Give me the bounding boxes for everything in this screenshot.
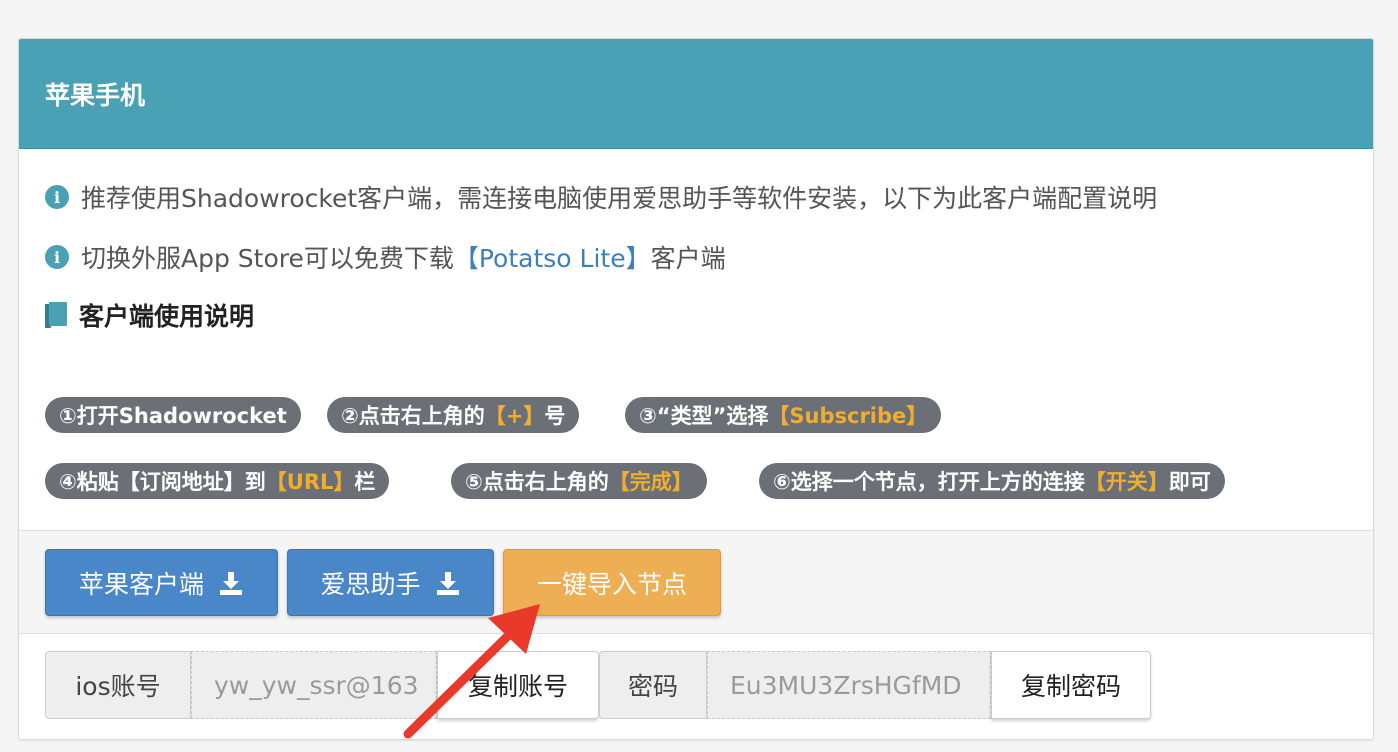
step-highlight: 【+】: [484, 404, 545, 428]
download-button-bar: 苹果客户端 爱思助手 一键导入节点: [19, 530, 1373, 634]
download-icon: [436, 571, 459, 595]
guide-title-text: 客户端使用说明: [79, 302, 255, 331]
step-highlight: 【URL】: [265, 470, 355, 494]
info-icon: i: [45, 245, 69, 269]
button-label: 苹果客户端: [78, 569, 204, 599]
step-badge-1: ①打开Shadowrocket: [45, 397, 301, 433]
step-badge-6: ⑥选择一个节点，打开上方的连接 【开关】 即可: [759, 463, 1225, 499]
info-line-recommend: i 推荐使用Shadowrocket客户端，需连接电脑使用爱思助手等软件安装，以…: [45, 179, 1157, 215]
step-badge-5: ⑤点击右上角的 【完成】: [451, 463, 707, 499]
step-badge-2: ②点击右上角的 【+】号: [327, 397, 580, 433]
step-tail: 栏: [354, 470, 376, 494]
step-text: ①打开Shadowrocket: [59, 404, 287, 428]
info-icon: i: [45, 185, 69, 209]
step-badge-4: ④粘贴【订阅地址】到 【URL】栏: [45, 463, 390, 499]
step-text: ③“类型”选择: [639, 404, 769, 428]
step-text: ②点击右上角的: [341, 404, 485, 428]
info-line-download: i 切换外服App Store可以免费下载 【Potatso Lite】 客户端: [45, 239, 726, 275]
step-text: ⑤点击右上角的: [465, 470, 609, 494]
potatso-lite-link[interactable]: 【Potatso Lite】: [454, 239, 651, 275]
password-group: 密码 Eu3MU3ZrsHGfMD 复制密码: [599, 651, 1151, 719]
step-text: ⑥选择一个节点，打开上方的连接: [773, 470, 1085, 494]
aisi-download-button[interactable]: 爱思助手: [287, 549, 494, 616]
info-text-suffix: 客户端: [650, 244, 726, 273]
password-label: 密码: [599, 651, 707, 719]
step-badge-3: ③“类型”选择 【Subscribe】: [625, 397, 942, 433]
book-icon: [45, 302, 67, 328]
panel-title: 苹果手机: [19, 39, 1373, 149]
guide-title: 客户端使用说明: [45, 297, 254, 333]
step-tail: 号: [544, 404, 566, 428]
ios-account-label: ios账号: [45, 651, 191, 719]
account-group: ios账号 yw_yw_ssr@163 复制账号: [45, 651, 599, 719]
copy-password-button[interactable]: 复制密码: [991, 651, 1151, 719]
info-text: 推荐使用Shadowrocket客户端，需连接电脑使用爱思助手等软件安装，以下为…: [81, 184, 1158, 213]
import-nodes-button[interactable]: 一键导入节点: [503, 549, 721, 616]
password-field[interactable]: Eu3MU3ZrsHGfMD: [707, 651, 991, 719]
ios-account-field[interactable]: yw_yw_ssr@163: [191, 651, 437, 719]
download-icon: [220, 571, 242, 595]
step-highlight: 【开关】: [1084, 470, 1169, 494]
step-highlight: 【Subscribe】: [768, 404, 928, 428]
ios-panel: 苹果手机 i 推荐使用Shadowrocket客户端，需连接电脑使用爱思助手等软…: [18, 38, 1374, 740]
apple-client-download-button[interactable]: 苹果客户端: [45, 549, 278, 616]
copy-account-button[interactable]: 复制账号: [437, 651, 599, 719]
step-highlight: 【完成】: [608, 470, 693, 494]
button-label: 一键导入节点: [536, 569, 687, 599]
button-label: 爱思助手: [320, 569, 421, 599]
info-text-prefix: 切换外服App Store可以免费下载: [81, 244, 454, 273]
step-tail: 即可: [1168, 470, 1211, 494]
step-text: ④粘贴【订阅地址】到: [59, 470, 266, 494]
